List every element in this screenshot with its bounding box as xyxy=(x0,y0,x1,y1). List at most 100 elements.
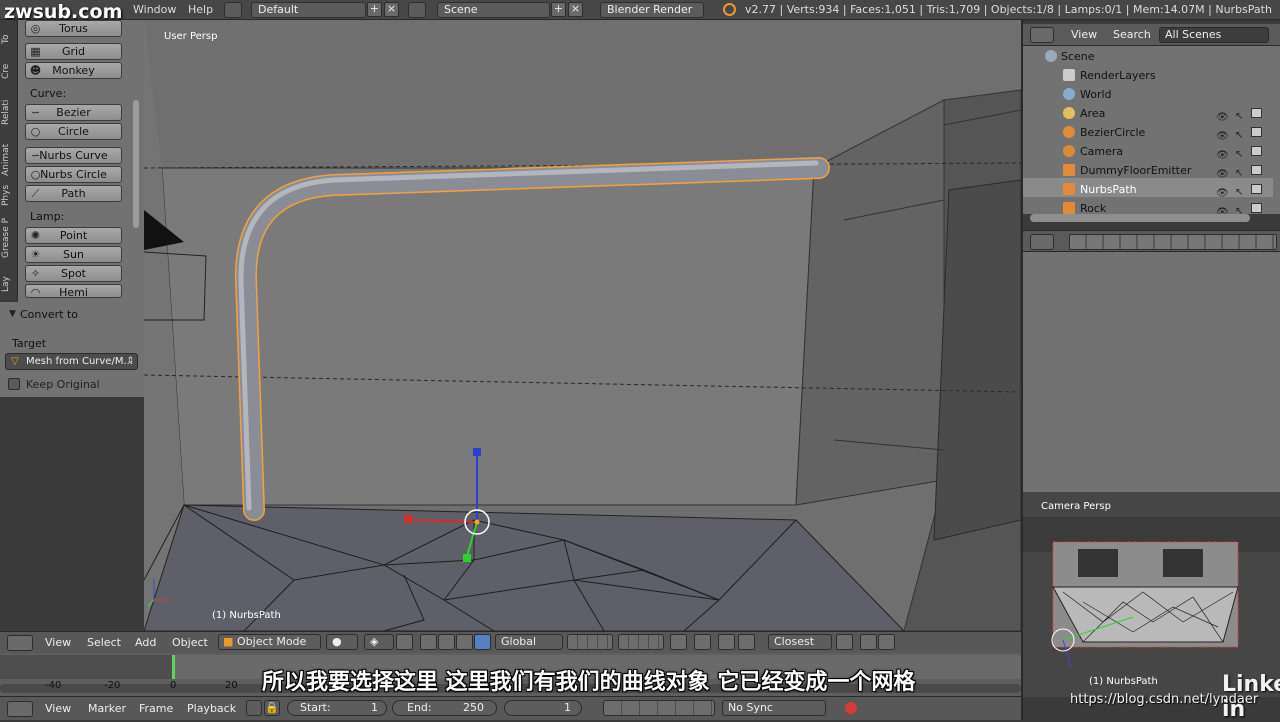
renderable-camera-icon[interactable] xyxy=(1251,146,1262,156)
add-nurbs-circle-button[interactable]: ○ Nurbs Circle xyxy=(25,166,122,183)
renderable-camera-icon[interactable] xyxy=(1251,127,1262,137)
opengl-animation-icon[interactable] xyxy=(878,634,895,650)
tab-grease-pencil[interactable]: Grease P xyxy=(1,214,16,262)
menu-object[interactable]: Object xyxy=(172,632,208,654)
mode-select[interactable]: ■ Object Mode xyxy=(218,634,321,650)
menu-help[interactable]: Help xyxy=(188,0,213,20)
shelf-scrollbar[interactable] xyxy=(133,100,139,228)
editor-type-icon[interactable] xyxy=(1030,27,1054,43)
layout-field[interactable]: Default xyxy=(251,2,366,18)
menu-select[interactable]: Select xyxy=(87,632,121,654)
timeline-menu-playback[interactable]: Playback xyxy=(187,698,236,720)
outliner-item-camera[interactable]: Camera 👁 ↖ xyxy=(1023,142,1273,161)
timeline-tick: -40 xyxy=(45,680,62,691)
snap-target-select[interactable]: Closest xyxy=(768,634,832,650)
tab-physics[interactable]: Phys xyxy=(1,182,16,208)
layers-grid-left[interactable] xyxy=(567,634,613,650)
lock-layers-icon[interactable] xyxy=(670,634,687,650)
renderable-camera-icon[interactable] xyxy=(1251,184,1262,194)
object-mode-icon: ■ xyxy=(223,635,234,648)
shading-select[interactable]: ● xyxy=(326,634,358,650)
tab-animation[interactable]: Animat xyxy=(1,138,16,182)
preview-range-icon[interactable] xyxy=(246,700,262,716)
target-select[interactable]: ▽ Mesh from Curve/M... ⇕ xyxy=(5,353,138,370)
outliner-item-world[interactable]: World xyxy=(1023,85,1273,104)
outliner-item-renderlayers[interactable]: RenderLayers xyxy=(1023,66,1273,85)
keep-original-checkbox[interactable] xyxy=(8,378,20,390)
add-circle-button[interactable]: ○ Circle xyxy=(25,123,122,140)
start-frame-field[interactable]: Start: 1 xyxy=(287,700,387,716)
outliner-item-dummyflooremitter[interactable]: DummyFloorEmitter 👁 ↖ xyxy=(1023,161,1273,180)
menu-view[interactable]: View xyxy=(45,632,71,654)
timeline-menu-view[interactable]: View xyxy=(45,698,71,720)
transform-orientation-select[interactable]: Global xyxy=(495,634,563,650)
outliner-menu-search[interactable]: Search xyxy=(1113,24,1151,46)
outliner-item-nurbspath[interactable]: NurbsPath 👁 ↖ xyxy=(1023,180,1273,199)
outliner-menu-view[interactable]: View xyxy=(1071,24,1097,46)
add-layout-icon[interactable]: + xyxy=(367,2,382,17)
playback-controls[interactable] xyxy=(603,700,715,716)
add-sun-lamp-button[interactable]: ☀ Sun xyxy=(25,246,122,263)
manipulator-active-icon[interactable] xyxy=(474,634,491,650)
lock-range-icon[interactable]: 🔒 xyxy=(264,700,280,716)
outliner-item-area[interactable]: Area 👁 ↖ xyxy=(1023,104,1273,123)
add-spot-lamp-button[interactable]: ✧ Spot xyxy=(25,265,122,282)
proportional-edit-icon[interactable] xyxy=(694,634,711,650)
translate-manipulator-icon[interactable] xyxy=(420,634,437,650)
add-scene-icon[interactable]: + xyxy=(551,2,566,17)
outliner-item-scene[interactable]: Scene xyxy=(1023,47,1273,66)
outliner-filter-select[interactable]: All Scenes xyxy=(1159,27,1269,43)
tab-layers[interactable]: Lay xyxy=(1,272,16,296)
layers-grid-right[interactable] xyxy=(618,634,664,650)
sync-mode-select[interactable]: No Sync xyxy=(722,700,826,716)
operator-title[interactable]: Convert to xyxy=(20,308,78,321)
pivot-select[interactable]: ◈ xyxy=(364,634,394,650)
renderable-camera-icon[interactable] xyxy=(1251,203,1262,213)
add-torus-button[interactable]: ◎ Torus xyxy=(25,20,122,37)
camera-preview-viewport[interactable] xyxy=(1023,492,1280,697)
add-point-lamp-button[interactable]: ✺ Point xyxy=(25,227,122,244)
renderable-camera-icon[interactable] xyxy=(1251,108,1262,118)
timeline-menu-marker[interactable]: Marker xyxy=(88,698,126,720)
manipulator-toggle-icon[interactable] xyxy=(396,634,413,650)
add-monkey-button[interactable]: ☻ Monkey xyxy=(25,62,122,79)
scene-field[interactable]: Scene xyxy=(437,2,550,18)
outliner-scrollbar[interactable] xyxy=(1030,214,1250,222)
collapse-arrow-icon[interactable]: ▼ xyxy=(9,309,16,319)
add-hemi-lamp-button[interactable]: ◠ Hemi xyxy=(25,284,122,298)
editor-type-icon[interactable] xyxy=(7,635,33,651)
screen-layout-icon[interactable] xyxy=(224,2,242,18)
add-bezier-button[interactable]: ∽ Bezier xyxy=(25,104,122,121)
timeline-menu-frame[interactable]: Frame xyxy=(139,698,173,720)
tab-tools[interactable]: To xyxy=(1,28,16,50)
scene-icon[interactable] xyxy=(408,2,426,18)
outliner-item-beziercircle[interactable]: BezierCircle 👁 ↖ xyxy=(1023,123,1273,142)
add-grid-button[interactable]: ▦ Grid xyxy=(25,43,122,60)
menu-add[interactable]: Add xyxy=(135,632,156,654)
editor-type-icon[interactable] xyxy=(7,701,33,717)
snap-toggle-icon[interactable] xyxy=(718,634,735,650)
current-frame-field[interactable]: 1 xyxy=(504,700,582,716)
snap-rotation-icon[interactable] xyxy=(836,634,853,650)
stats-text: v2.77 | Verts:934 | Faces:1,051 | Tris:1… xyxy=(745,3,1272,16)
rotate-manipulator-icon[interactable] xyxy=(438,634,455,650)
end-frame-field[interactable]: End: 250 xyxy=(392,700,497,716)
timeline-playhead[interactable] xyxy=(172,655,175,679)
add-path-button[interactable]: ⟋ Path xyxy=(25,185,122,202)
opengl-render-icon[interactable] xyxy=(860,634,877,650)
editor-type-icon[interactable] xyxy=(1030,234,1054,250)
3d-viewport[interactable] xyxy=(144,20,1021,631)
scale-manipulator-icon[interactable] xyxy=(456,634,473,650)
mesh-icon xyxy=(1063,164,1075,176)
record-icon[interactable] xyxy=(845,702,857,714)
render-engine-select[interactable]: Blender Render xyxy=(600,2,704,18)
renderable-camera-icon[interactable] xyxy=(1251,165,1262,175)
close-scene-icon[interactable]: × xyxy=(568,2,583,17)
snap-element-icon[interactable] xyxy=(738,634,755,650)
tab-create[interactable]: Cre xyxy=(1,58,16,84)
add-nurbs-curve-button[interactable]: ∽ Nurbs Curve xyxy=(25,147,122,164)
menu-window[interactable]: Window xyxy=(133,0,176,20)
properties-context-tabs[interactable] xyxy=(1069,234,1277,250)
close-layout-icon[interactable]: × xyxy=(384,2,399,17)
tab-relations[interactable]: Relati xyxy=(1,92,16,132)
